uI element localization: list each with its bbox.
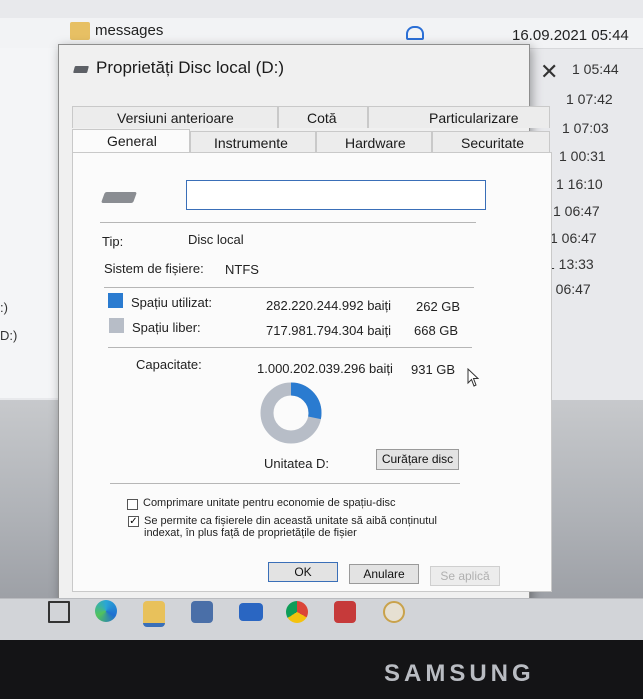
modified-date: 1 05:44 [572,61,619,77]
divider [110,483,460,484]
dialog-title: Proprietăți Disc local (D:) [96,58,284,77]
divider [108,347,472,348]
compress-checkbox[interactable] [127,499,138,510]
monitor-brand-logo: SAMSUNG [384,660,535,687]
modified-date: 1 00:31 [559,148,606,164]
drive-icon [100,192,138,203]
app-icon[interactable] [383,601,405,623]
free-space-label: Spațiu liber: [132,320,201,335]
tab-label: Cotă [307,110,337,126]
desktop-screen: messages 16.09.2021 05:44 :) D:) ˅ 1 05:… [0,0,643,640]
chrome-icon[interactable] [286,601,308,623]
edge-browser-icon[interactable] [95,600,117,622]
modified-date: 1 07:42 [566,91,613,107]
divider [100,222,476,223]
tab-label: Versiuni anterioare [117,110,234,126]
tab-label: Securitate [461,135,525,151]
used-space-size: 262 GB [416,299,461,314]
index-label: Se permite ca fișierele din această unit… [144,515,437,527]
disk-cleanup-button[interactable]: Curățare disc [376,449,459,470]
drive-letter-label: Unitatea D: [264,456,330,471]
tab-hardware[interactable]: Hardware [316,131,432,153]
monitor-bezel [0,640,643,699]
free-space-bytes: 717.981.794.304 baiți [266,323,392,338]
tab-quota[interactable]: Cotă [278,106,368,128]
task-view-icon[interactable] [48,601,70,623]
index-label-continued: indexat, în plus față de proprietățile d… [144,527,357,539]
tab-customize[interactable]: Particularizare [368,106,550,128]
modified-date: 1 13:33 [547,256,594,272]
tab-security[interactable]: Securitate [432,131,550,153]
cancel-button[interactable]: Anulare [349,564,419,584]
drive-name-input[interactable] [186,180,486,210]
index-checkbox[interactable]: ✓ [128,516,139,527]
tab-tools[interactable]: Instrumente [190,131,316,153]
modified-date: 16.09.2021 05:44 [512,27,629,44]
file-explorer-icon[interactable] [143,601,165,627]
capacity-label: Capacitate: [136,357,202,372]
filesystem-label: Sistem de fișiere: [104,261,204,276]
divider [104,287,474,288]
tab-general[interactable]: General [72,129,190,153]
mouse-cursor-icon [467,368,480,387]
used-space-swatch [108,293,123,308]
type-value: Disc local [188,232,244,247]
modified-date: 1 06:47 [553,203,600,219]
drive-icon [73,66,89,73]
tab-label: Instrumente [214,135,288,151]
ok-button[interactable]: OK [268,562,338,582]
app-icon[interactable] [334,601,356,623]
used-space-bytes: 282.220.244.992 baiți [266,298,392,313]
apply-button[interactable]: Se aplică [430,566,500,586]
type-label: Tip: [102,234,124,249]
filesystem-value: NTFS [225,262,259,277]
modified-date: 1 06:47 [550,230,597,246]
store-icon[interactable] [191,601,213,623]
used-space-label: Spațiu utilizat: [131,295,212,310]
folder-icon [70,22,90,40]
free-space-swatch [109,318,124,333]
free-space-size: 668 GB [414,323,459,338]
tab-label: General [107,133,157,149]
modified-date: 1 07:03 [562,120,609,136]
tab-previous-versions[interactable]: Versiuni anterioare [72,106,278,128]
modified-date: 1 16:10 [556,176,603,192]
compress-label: Comprimare unitate pentru economie de sp… [143,497,396,509]
mail-icon[interactable] [239,603,263,621]
tab-label: Hardware [345,135,406,151]
tab-label: Particularizare [429,110,519,126]
capacity-bytes: 1.000.202.039.296 baiți [257,361,393,376]
folder-name[interactable]: messages [95,22,163,39]
cloud-sync-icon [406,26,424,40]
close-icon[interactable]: ✕ [540,59,558,85]
disk-usage-donut [260,382,322,444]
nav-drive-d[interactable]: D:) [0,328,17,343]
nav-drive-c[interactable]: :) [0,300,8,315]
capacity-size: 931 GB [411,362,456,377]
